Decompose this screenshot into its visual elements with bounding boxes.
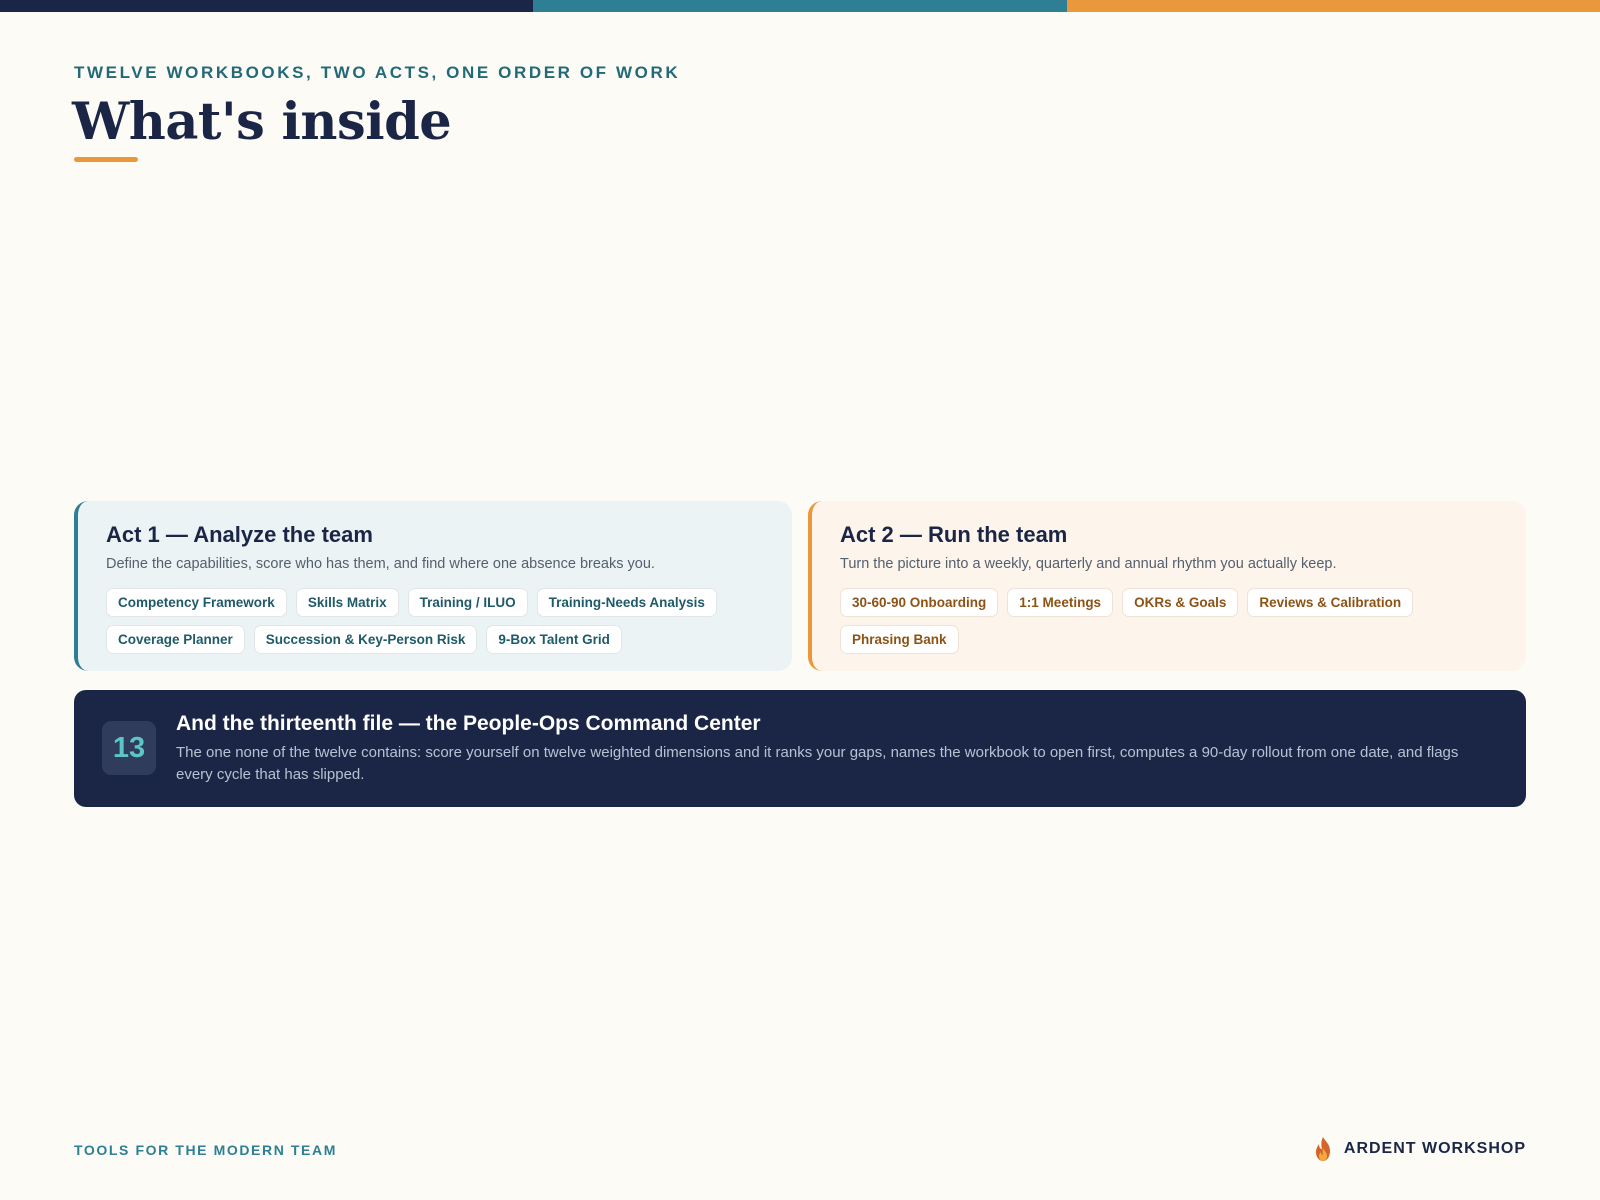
command-center-number-badge: 13 <box>102 721 156 775</box>
workbook-chip[interactable]: OKRs & Goals <box>1122 588 1239 617</box>
workbook-chip[interactable]: 30-60-90 Onboarding <box>840 588 999 617</box>
flame-icon <box>1315 1137 1330 1161</box>
top-color-bar <box>0 0 1600 12</box>
workbook-chip[interactable]: Succession & Key-Person Risk <box>253 625 478 654</box>
workbook-chip[interactable]: Training / ILUO <box>407 588 528 617</box>
workbook-chip[interactable]: Reviews & Calibration <box>1247 588 1414 617</box>
command-center-card: 13 And the thirteenth file — the People-… <box>74 690 1526 807</box>
act-1-workbook-list: Competency Framework Skills Matrix Train… <box>106 588 746 654</box>
act-2-description: Turn the picture into a weekly, quarterl… <box>840 556 1337 572</box>
workbook-chip[interactable]: 9-Box Talent Grid <box>486 625 622 654</box>
command-center-description: The one none of the twelve contains: sco… <box>176 744 1459 783</box>
act-1-card: Act 1 — Analyze the team Define the capa… <box>74 501 792 671</box>
workbook-chip[interactable]: Skills Matrix <box>295 588 399 617</box>
act-2-workbook-list: 30-60-90 Onboarding 1:1 Meetings OKRs & … <box>840 588 1480 654</box>
title-underline <box>74 157 138 162</box>
workbook-chip[interactable]: Competency Framework <box>106 588 287 617</box>
command-center-title: And the thirteenth file — the People-Ops… <box>176 712 761 735</box>
top-bar-teal-segment <box>533 0 1067 12</box>
top-bar-orange-segment <box>1066 0 1600 12</box>
workbook-chip[interactable]: 1:1 Meetings <box>1007 588 1114 617</box>
workbook-chip[interactable]: Training-Needs Analysis <box>536 588 717 617</box>
footer-tagline: TOOLS FOR THE MODERN TEAM <box>74 1142 337 1158</box>
act-2-title: Act 2 — Run the team <box>840 522 1068 547</box>
act-1-description: Define the capabilities, score who has t… <box>106 556 655 572</box>
workbook-chip[interactable]: Coverage Planner <box>106 625 245 654</box>
workbook-chip[interactable]: Phrasing Bank <box>840 625 959 654</box>
eyebrow: TWELVE WORKBOOKS, TWO ACTS, ONE ORDER OF… <box>74 63 681 82</box>
brand: ARDENT WORKSHOP <box>1312 1136 1526 1162</box>
top-bar-navy-segment <box>0 0 534 12</box>
brand-name: ARDENT WORKSHOP <box>1343 1140 1526 1157</box>
act-1-title: Act 1 — Analyze the team <box>106 522 373 547</box>
act-2-card: Act 2 — Run the team Turn the picture in… <box>808 501 1526 671</box>
page-title: What's inside <box>72 92 452 152</box>
